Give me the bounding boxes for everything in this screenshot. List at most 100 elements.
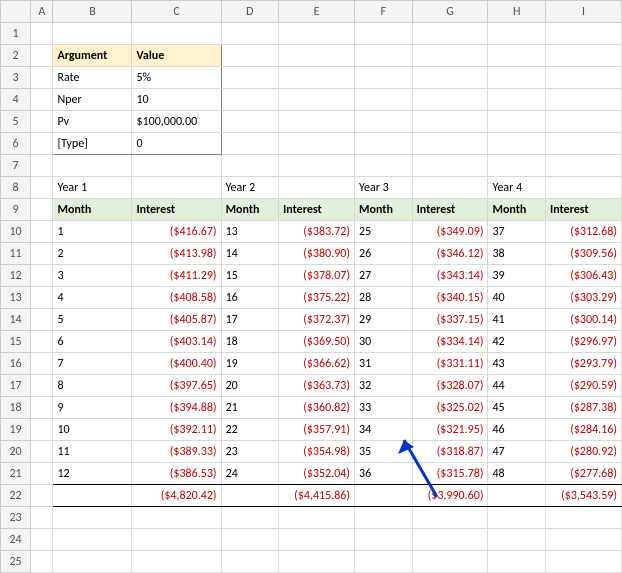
interest[interactable]: ($293.79) — [546, 353, 622, 375]
interest[interactable]: ($318.87) — [412, 441, 488, 463]
row-header-18[interactable]: 18 — [1, 397, 31, 419]
cell[interactable] — [31, 463, 53, 485]
cell[interactable] — [546, 507, 622, 529]
cell[interactable] — [31, 155, 53, 177]
cell[interactable] — [546, 177, 622, 199]
year-total-3[interactable]: ($3,990.60) — [412, 485, 488, 507]
cell[interactable] — [221, 507, 279, 529]
interest[interactable]: ($408.58) — [132, 287, 221, 309]
cell[interactable] — [546, 155, 622, 177]
cell[interactable] — [412, 111, 488, 133]
interest[interactable]: ($334.14) — [412, 331, 488, 353]
month[interactable]: 26 — [355, 243, 413, 265]
cell[interactable] — [31, 67, 53, 89]
interest[interactable]: ($325.02) — [412, 397, 488, 419]
cell[interactable] — [31, 177, 53, 199]
cell[interactable] — [31, 353, 53, 375]
cell[interactable] — [279, 111, 355, 133]
cell[interactable] — [132, 177, 221, 199]
arg-key[interactable]: Rate — [53, 67, 132, 89]
cell[interactable] — [31, 89, 53, 111]
interest[interactable]: ($357.91) — [279, 419, 355, 441]
year-label-3[interactable]: Year 3 — [355, 177, 413, 199]
month[interactable]: 6 — [53, 331, 132, 353]
cell[interactable] — [546, 529, 622, 551]
cell[interactable] — [546, 133, 622, 155]
month[interactable]: 11 — [53, 441, 132, 463]
col-header-F[interactable]: F — [355, 1, 413, 23]
cell[interactable] — [355, 485, 413, 507]
cell[interactable] — [355, 89, 413, 111]
cell[interactable] — [279, 67, 355, 89]
col-month-1[interactable]: Month — [53, 199, 132, 221]
cell[interactable] — [31, 23, 53, 45]
cell[interactable] — [412, 89, 488, 111]
interest[interactable]: ($369.50) — [279, 331, 355, 353]
interest[interactable]: ($413.98) — [132, 243, 221, 265]
interest[interactable]: ($394.88) — [132, 397, 221, 419]
col-interest-2[interactable]: Interest — [279, 199, 355, 221]
arg-key[interactable]: Nper — [53, 89, 132, 111]
cell[interactable] — [31, 485, 53, 507]
month[interactable]: 13 — [221, 221, 279, 243]
month[interactable]: 19 — [221, 353, 279, 375]
interest[interactable]: ($321.95) — [412, 419, 488, 441]
cell[interactable] — [355, 67, 413, 89]
row-header-19[interactable]: 19 — [1, 419, 31, 441]
interest[interactable]: ($403.14) — [132, 331, 221, 353]
col-month-2[interactable]: Month — [221, 199, 279, 221]
cell[interactable] — [221, 551, 279, 573]
month[interactable]: 2 — [53, 243, 132, 265]
cell[interactable] — [279, 177, 355, 199]
month[interactable]: 20 — [221, 375, 279, 397]
select-all-corner[interactable] — [1, 1, 31, 23]
cell[interactable] — [31, 375, 53, 397]
col-header-B[interactable]: B — [53, 1, 132, 23]
month[interactable]: 34 — [355, 419, 413, 441]
interest[interactable]: ($392.11) — [132, 419, 221, 441]
cell[interactable] — [355, 529, 413, 551]
month[interactable]: 28 — [355, 287, 413, 309]
cell[interactable] — [355, 111, 413, 133]
interest[interactable]: ($328.07) — [412, 375, 488, 397]
cell[interactable] — [221, 133, 279, 155]
col-header-C[interactable]: C — [132, 1, 221, 23]
month[interactable]: 44 — [488, 375, 546, 397]
interest[interactable]: ($400.40) — [132, 353, 221, 375]
cell[interactable] — [31, 287, 53, 309]
interest[interactable]: ($383.72) — [279, 221, 355, 243]
cell[interactable] — [31, 441, 53, 463]
row-header-8[interactable]: 8 — [1, 177, 31, 199]
month[interactable]: 38 — [488, 243, 546, 265]
month[interactable]: 17 — [221, 309, 279, 331]
interest[interactable]: ($378.07) — [279, 265, 355, 287]
cell[interactable] — [132, 23, 221, 45]
cell[interactable] — [31, 419, 53, 441]
cell[interactable] — [412, 507, 488, 529]
row-header-3[interactable]: 3 — [1, 67, 31, 89]
month[interactable]: 27 — [355, 265, 413, 287]
month[interactable]: 41 — [488, 309, 546, 331]
interest[interactable]: ($349.09) — [412, 221, 488, 243]
month[interactable]: 4 — [53, 287, 132, 309]
col-interest-1[interactable]: Interest — [132, 199, 221, 221]
cell[interactable] — [488, 485, 546, 507]
cell[interactable] — [279, 529, 355, 551]
interest[interactable]: ($397.65) — [132, 375, 221, 397]
interest[interactable]: ($340.15) — [412, 287, 488, 309]
month[interactable]: 31 — [355, 353, 413, 375]
cell[interactable] — [31, 221, 53, 243]
cell[interactable] — [132, 529, 221, 551]
interest[interactable]: ($290.59) — [546, 375, 622, 397]
month[interactable]: 15 — [221, 265, 279, 287]
arg-key[interactable]: [Type] — [53, 133, 132, 155]
cell[interactable] — [221, 155, 279, 177]
cell[interactable] — [412, 155, 488, 177]
year-total-4[interactable]: ($3,543.59) — [546, 485, 622, 507]
row-header-20[interactable]: 20 — [1, 441, 31, 463]
arg-val[interactable]: $100,000.00 — [132, 111, 221, 133]
cell[interactable] — [53, 529, 132, 551]
interest[interactable]: ($343.14) — [412, 265, 488, 287]
month[interactable]: 30 — [355, 331, 413, 353]
cell[interactable] — [31, 331, 53, 353]
